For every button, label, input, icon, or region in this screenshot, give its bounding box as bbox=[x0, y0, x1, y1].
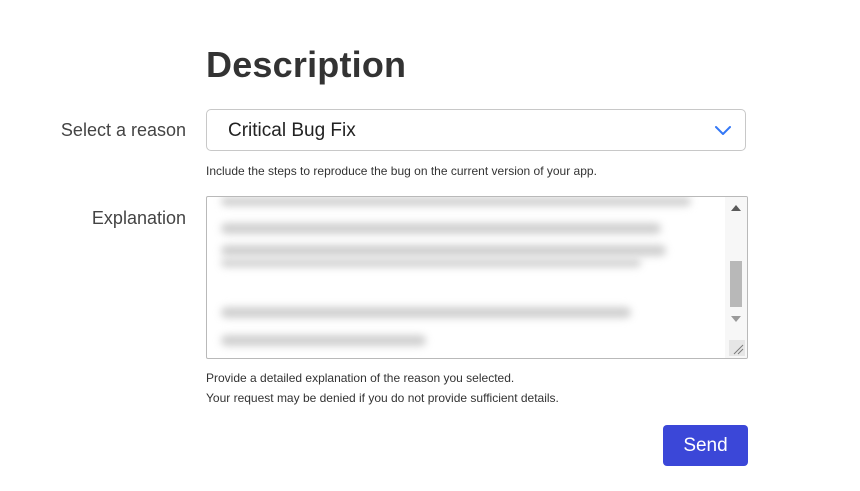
redacted-text bbox=[221, 223, 661, 234]
explanation-hint: Provide a detailed explanation of the re… bbox=[206, 371, 515, 385]
scroll-down-arrow-icon[interactable] bbox=[731, 316, 741, 322]
redacted-text bbox=[221, 335, 426, 346]
explanation-textarea[interactable] bbox=[206, 196, 748, 359]
description-form: Description Select a reason Critical Bug… bbox=[0, 0, 860, 491]
reason-hint: Include the steps to reproduce the bug o… bbox=[206, 164, 597, 178]
explanation-warning: Your request may be denied if you do not… bbox=[206, 391, 559, 405]
page-title: Description bbox=[206, 44, 407, 85]
chevron-down-icon bbox=[715, 126, 731, 135]
redacted-text bbox=[221, 197, 691, 206]
scrollbar-thumb[interactable] bbox=[730, 261, 742, 307]
reason-select-value: Critical Bug Fix bbox=[228, 120, 356, 141]
redacted-text bbox=[221, 307, 631, 318]
textarea-scrollbar[interactable] bbox=[725, 197, 747, 358]
redacted-text bbox=[221, 245, 666, 256]
reason-label: Select a reason bbox=[60, 120, 186, 140]
redacted-text bbox=[221, 259, 641, 267]
resize-handle-icon[interactable] bbox=[729, 340, 745, 356]
scroll-up-arrow-icon[interactable] bbox=[731, 205, 741, 211]
reason-select[interactable]: Critical Bug Fix bbox=[206, 109, 746, 151]
explanation-label: Explanation bbox=[91, 208, 186, 228]
send-button[interactable]: Send bbox=[663, 425, 748, 466]
